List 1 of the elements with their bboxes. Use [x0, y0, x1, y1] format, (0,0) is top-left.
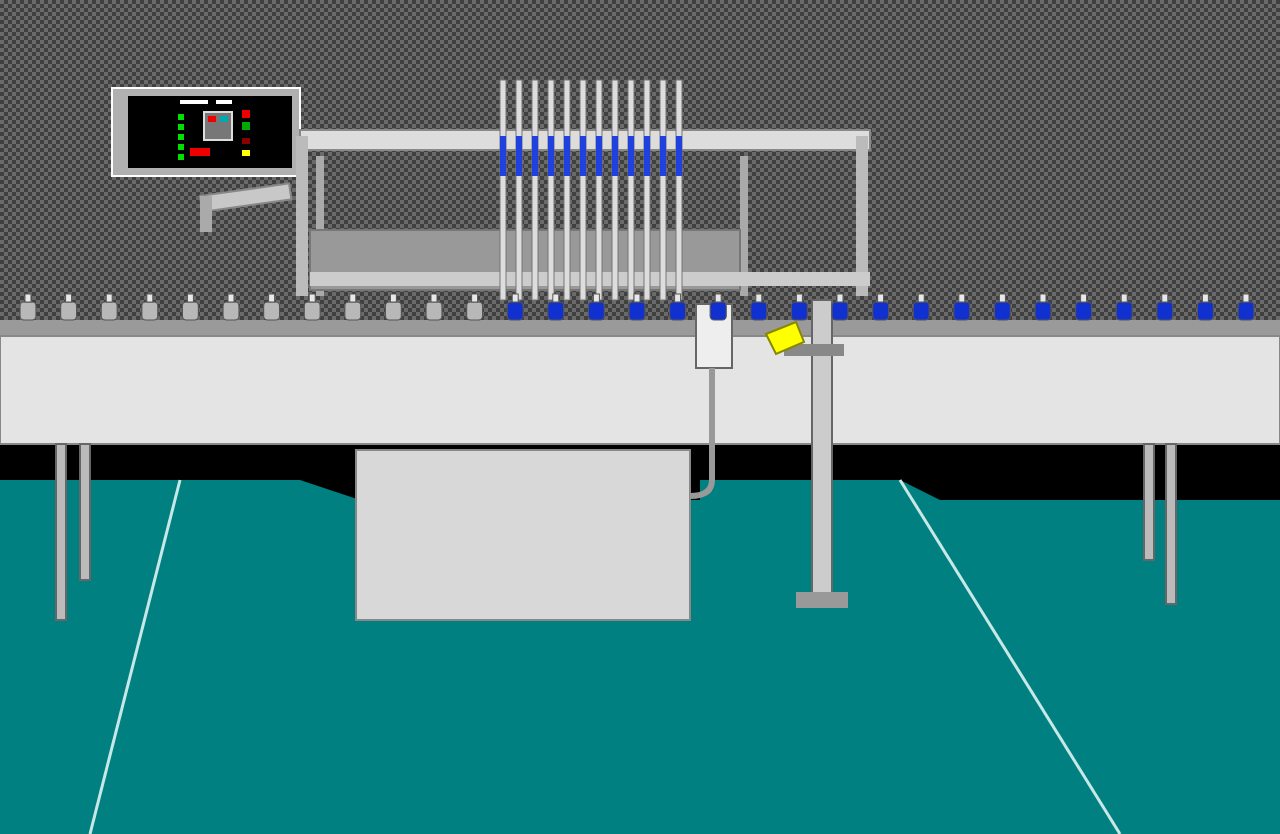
sensor-head — [764, 320, 806, 356]
